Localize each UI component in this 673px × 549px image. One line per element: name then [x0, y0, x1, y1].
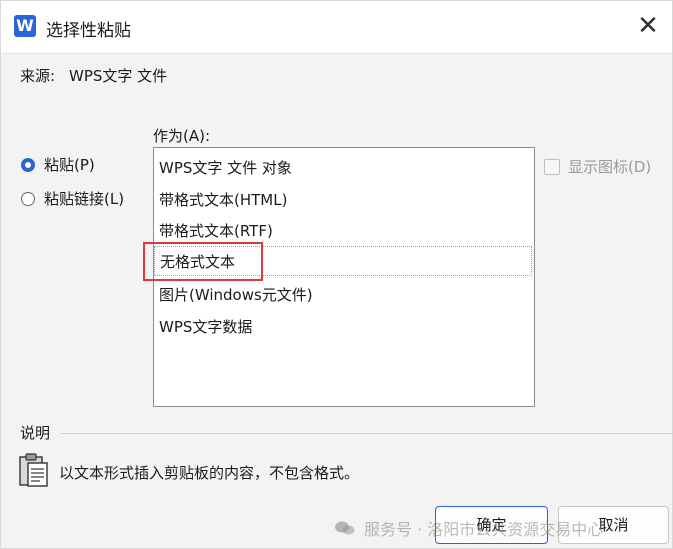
source-value: WPS文字 文件 [69, 67, 168, 85]
checkbox-icon[interactable] [544, 158, 560, 175]
title-bar: W 选择性粘贴 ✕ [1, 1, 672, 54]
clipboard-icon [19, 453, 48, 487]
as-label: 作为(A): [153, 127, 211, 145]
show-icon-label: 显示图标(D) [568, 158, 652, 176]
dialog-title: 选择性粘贴 [46, 21, 131, 41]
format-item[interactable]: WPS文字 文件 对象 [154, 153, 532, 183]
watermark: 服务号 · 洛阳市公共资源交易中心 [334, 516, 603, 540]
description-label: 说明 [20, 424, 51, 442]
radio-unselected-icon[interactable] [21, 191, 35, 206]
radio-paste-link[interactable]: 粘贴链接(L) [21, 188, 124, 209]
red-highlight-box [143, 242, 263, 281]
close-button[interactable]: ✕ [634, 12, 662, 40]
format-item[interactable]: WPS文字数据 [154, 312, 532, 342]
description-text: 以文本形式插入剪贴板的内容，不包含格式。 [59, 464, 360, 482]
radio-selected-icon[interactable] [21, 157, 35, 172]
wechat-icon [335, 521, 355, 535]
show-icon-checkbox[interactable]: 显示图标(D) [544, 156, 651, 177]
format-item[interactable]: 带格式文本(HTML) [154, 185, 532, 215]
radio-paste-label: 粘贴(P) [44, 156, 95, 174]
paste-special-dialog: W 选择性粘贴 ✕ 来源: WPS文字 文件 作为(A): 粘贴(P) 粘贴链接… [0, 0, 673, 549]
format-item[interactable]: 图片(Windows元文件) [154, 280, 532, 310]
wps-app-icon: W [14, 15, 36, 37]
watermark-text: 服务号 · 洛阳市公共资源交易中心 [364, 520, 604, 539]
source-label: 来源: [20, 67, 56, 85]
radio-paste-link-label: 粘贴链接(L) [44, 190, 125, 208]
radio-paste[interactable]: 粘贴(P) [21, 154, 95, 175]
description-divider [61, 433, 673, 434]
